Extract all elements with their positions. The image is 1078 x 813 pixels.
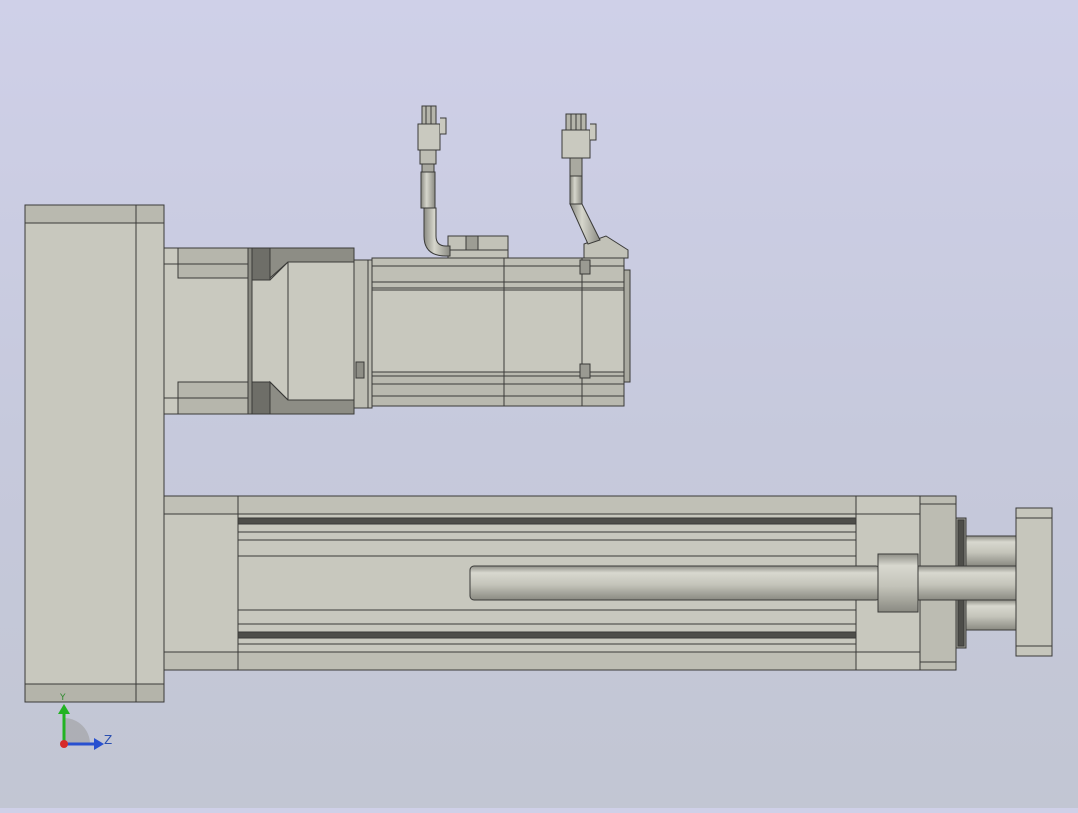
y-axis-label: Y [59,693,66,703]
z-axis-label: Z [104,733,112,747]
motor-adapter [163,247,253,415]
end-plate [24,204,165,703]
encoder-cable [561,113,601,245]
gear-reducer [251,247,355,415]
3d-viewport[interactable]: Y Z [0,0,1078,808]
power-cable [417,105,451,257]
servo-motor [353,235,631,409]
rod-end-flange [1015,507,1053,657]
model-view[interactable]: Y Z [0,0,1078,808]
